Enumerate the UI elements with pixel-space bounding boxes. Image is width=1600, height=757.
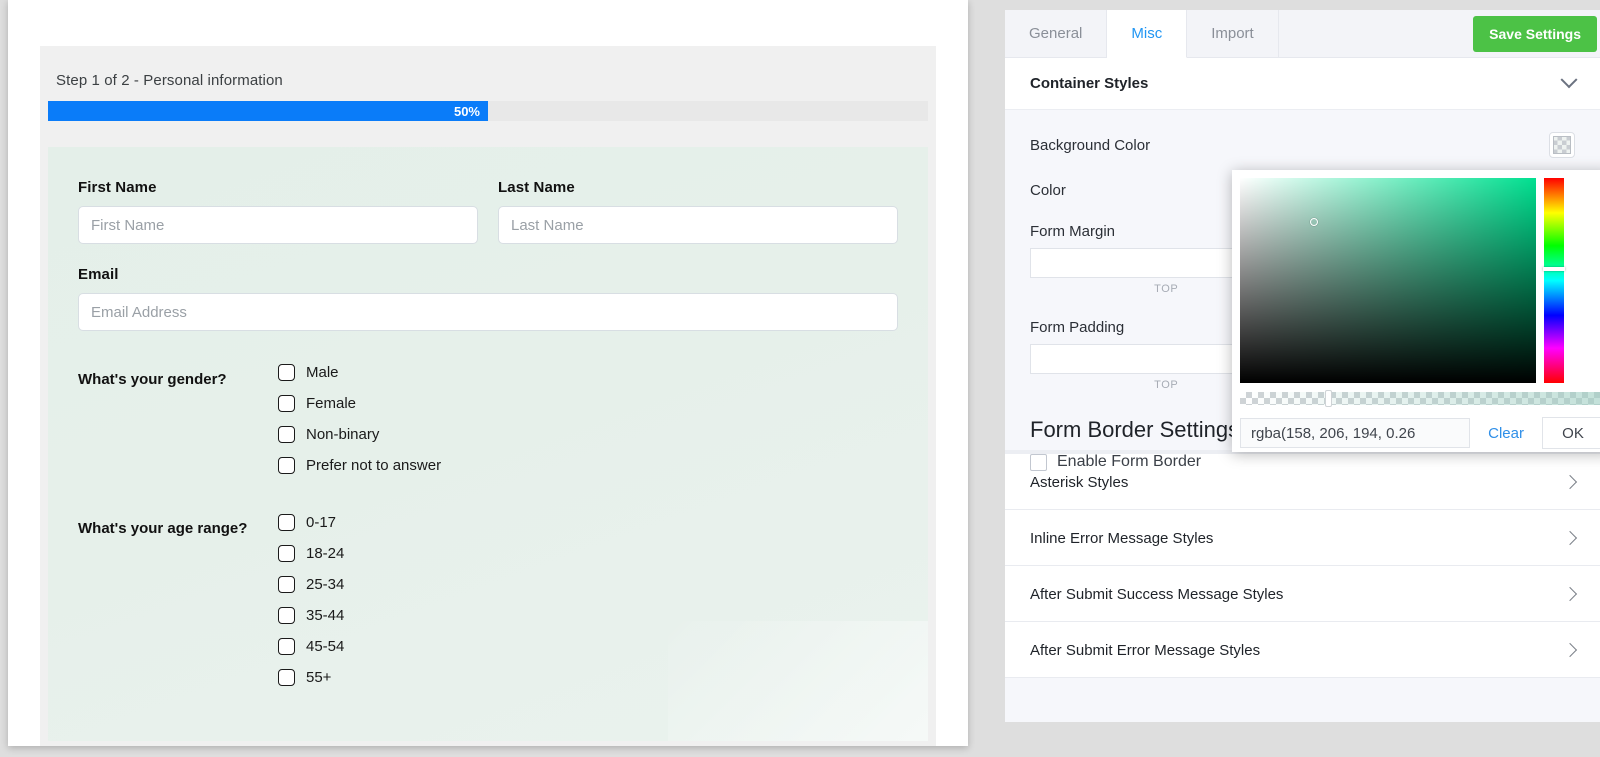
chevron-down-icon[interactable] (1560, 70, 1578, 88)
progress-percent-label: 50% (453, 103, 480, 119)
hue-slider[interactable] (1543, 178, 1565, 383)
checkbox-option[interactable]: 18-24 (278, 538, 898, 569)
checkbox-option[interactable]: 55+ (278, 662, 898, 693)
chevron-right-icon[interactable] (1562, 530, 1578, 546)
checkbox-option-label: 25-34 (306, 576, 345, 593)
checkbox-icon[interactable] (278, 638, 295, 655)
tab-import[interactable]: Import (1187, 10, 1279, 57)
alpha-slider-handle[interactable] (1325, 390, 1332, 407)
checkbox-option-label: Prefer not to answer (306, 457, 442, 474)
checkbox-option-label: 55+ (306, 669, 332, 686)
checkbox-icon[interactable] (278, 545, 295, 562)
tab-general-label: General (1029, 25, 1083, 42)
progress-bar: 50% (48, 101, 928, 121)
checkbox-option-label: Female (306, 395, 357, 412)
tab-misc[interactable]: Misc (1107, 10, 1188, 58)
form-preview-card: Step 1 of 2 - Personal information 50% F… (8, 0, 968, 746)
checkbox-option[interactable]: 45-54 (278, 631, 898, 662)
alpha-slider[interactable] (1240, 390, 1600, 407)
gender-question-label: What's your gender? (78, 371, 227, 388)
age-options: 0-17 18-24 25-34 35-44 45-54 55+ (278, 507, 898, 693)
email-input[interactable] (78, 293, 898, 331)
first-name-group: First Name (78, 179, 478, 244)
accordion-label: After Submit Success Message Styles (1030, 585, 1284, 603)
tab-general[interactable]: General (1005, 10, 1108, 57)
enable-form-border-label: Enable Form Border (1057, 453, 1202, 470)
last-name-group: Last Name (498, 179, 898, 244)
chevron-right-icon[interactable] (1562, 586, 1578, 602)
color-picker-main (1232, 178, 1600, 383)
last-name-input[interactable] (498, 206, 898, 244)
save-settings-button[interactable]: Save Settings (1473, 16, 1597, 52)
tab-import-label: Import (1211, 25, 1254, 42)
accordion-after-submit-success-message-styles[interactable]: After Submit Success Message Styles (1005, 566, 1600, 622)
progress-bar-fill: 50% (48, 101, 488, 121)
form-body: First Name Last Name Email What's your g… (48, 147, 928, 741)
checkbox-option-label: 45-54 (306, 638, 345, 655)
gender-options: Male Female Non-binary Prefer not to ans… (278, 357, 898, 481)
saturation-value-area[interactable] (1240, 178, 1536, 383)
checkbox-option-label: 18-24 (306, 545, 345, 562)
checkbox-option-label: Male (306, 364, 339, 381)
checkbox-icon[interactable] (278, 607, 295, 624)
first-name-label: First Name (78, 179, 157, 196)
checkbox-icon[interactable] (278, 426, 295, 443)
checkbox-option[interactable]: 0-17 (278, 507, 898, 538)
name-fields-row: First Name Last Name (78, 179, 898, 244)
checkbox-option-label: Non-binary (306, 426, 380, 443)
checkbox-icon[interactable] (278, 395, 295, 412)
checkbox-option[interactable]: 35-44 (278, 600, 898, 631)
background-color-label: Background Color (1030, 136, 1151, 154)
last-name-label: Last Name (498, 179, 575, 196)
age-question-row: What's your age range? 0-17 18-24 25-34 … (78, 507, 898, 693)
accordion-after-submit-error-message-styles[interactable]: After Submit Error Message Styles (1005, 622, 1600, 678)
checkbox-option[interactable]: 25-34 (278, 569, 898, 600)
gender-question-row: What's your gender? Male Female Non-bina… (78, 357, 898, 481)
clear-color-button[interactable]: Clear (1480, 425, 1532, 442)
checkbox-option-label: 35-44 (306, 607, 345, 624)
email-label: Email (78, 266, 119, 283)
chevron-right-icon[interactable] (1562, 474, 1578, 490)
alpha-gradient-overlay (1240, 392, 1600, 405)
enable-form-border-checkbox-icon[interactable] (1030, 453, 1047, 471)
checkbox-option-label: 0-17 (306, 514, 337, 531)
checkbox-icon[interactable] (278, 364, 295, 381)
email-group: Email (78, 266, 898, 331)
color-value-input[interactable] (1240, 418, 1471, 448)
chevron-right-icon[interactable] (1562, 642, 1578, 658)
tab-misc-label: Misc (1131, 25, 1163, 42)
saturation-handle[interactable] (1310, 218, 1318, 226)
checkbox-option[interactable]: Prefer not to answer (278, 450, 898, 481)
checkbox-option[interactable]: Female (278, 388, 898, 419)
color-picker-popover: Clear OK (1232, 170, 1600, 452)
color-picker-ok-button[interactable]: OK (1542, 417, 1600, 449)
accordion-label: Asterisk Styles (1030, 473, 1129, 491)
container-styles-title: Container Styles (1030, 75, 1149, 92)
checkbox-option[interactable]: Non-binary (278, 419, 898, 450)
age-question-label: What's your age range? (78, 520, 248, 537)
checkbox-option[interactable]: Male (278, 357, 898, 388)
background-color-swatch-button[interactable] (1549, 132, 1575, 158)
color-picker-footer: Clear OK (1232, 405, 1600, 449)
container-styles-header[interactable]: Container Styles (1005, 58, 1600, 110)
step-label: Step 1 of 2 - Personal information (56, 72, 283, 89)
form-outer-wrapper: Step 1 of 2 - Personal information 50% F… (40, 46, 936, 746)
enable-form-border-row[interactable]: Enable Form Border (1030, 453, 1575, 471)
accordion-inline-error-message-styles[interactable]: Inline Error Message Styles (1005, 510, 1600, 566)
accordion-label: Inline Error Message Styles (1030, 529, 1214, 547)
checkbox-icon[interactable] (278, 669, 295, 686)
checkbox-icon[interactable] (278, 457, 295, 474)
checkbox-icon[interactable] (278, 514, 295, 531)
background-color-row: Background Color (1030, 132, 1575, 158)
screen-root: Step 1 of 2 - Personal information 50% F… (0, 0, 1600, 757)
hue-slider-handle[interactable] (1543, 267, 1565, 271)
accordion-label: After Submit Error Message Styles (1030, 641, 1261, 659)
settings-tabbar: General Misc Import Save Settings (1005, 10, 1600, 58)
checkbox-icon[interactable] (278, 576, 295, 593)
first-name-input[interactable] (78, 206, 478, 244)
transparency-checker-icon (1553, 136, 1571, 154)
